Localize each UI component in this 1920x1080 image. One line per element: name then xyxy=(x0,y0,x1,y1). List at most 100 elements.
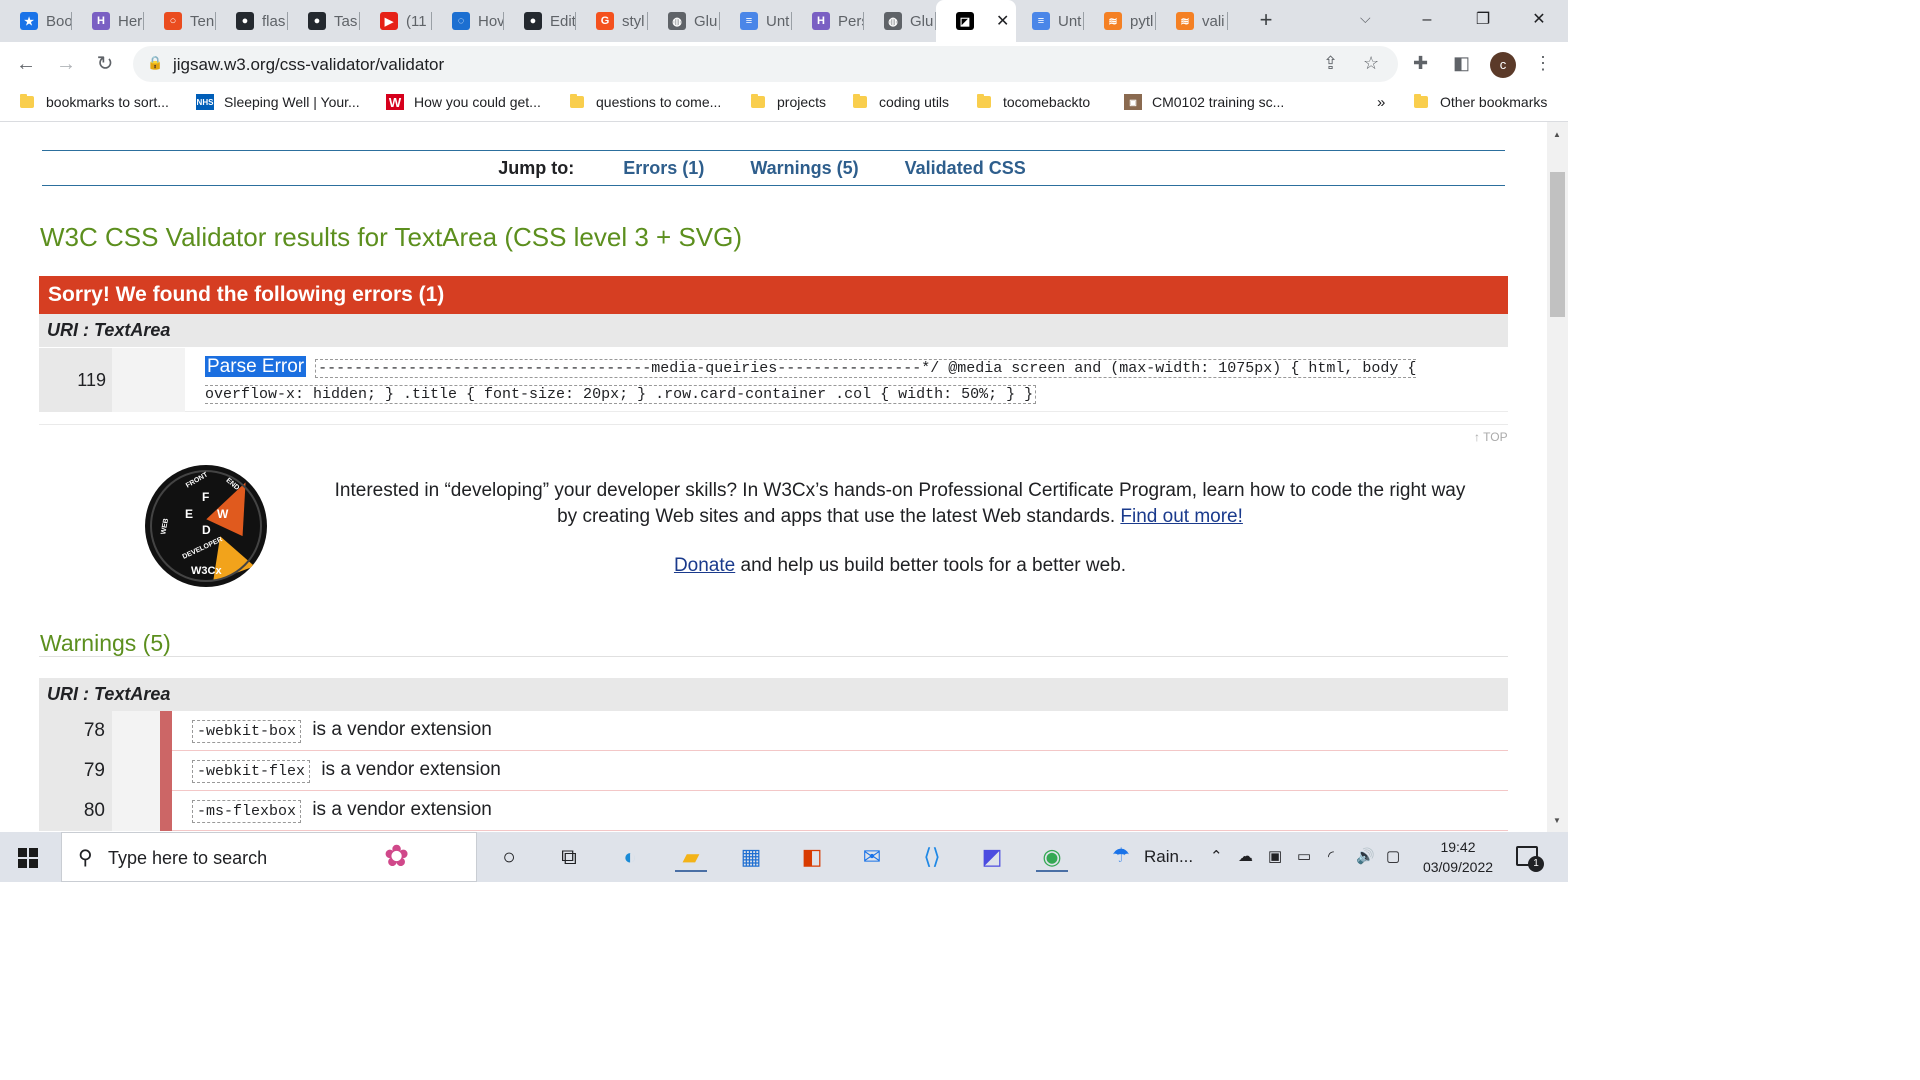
office-icon[interactable]: ◧ xyxy=(796,842,828,872)
browser-tab[interactable]: ▶ (11 xyxy=(360,0,432,42)
browser-tab[interactable]: ◪ ✕ xyxy=(936,0,1016,42)
bookmark-item[interactable]: NHS Sleeping Well | Your... xyxy=(196,94,360,110)
restore-icon[interactable]: ❐ xyxy=(1468,6,1498,34)
browser-tab[interactable]: ● Edit xyxy=(504,0,576,42)
folder-icon xyxy=(751,94,765,108)
top-link[interactable]: ↑ TOP xyxy=(1474,430,1508,444)
browser-tab[interactable]: ≡ Unt xyxy=(1012,0,1084,42)
forward-arrow-icon[interactable]: → xyxy=(50,48,82,80)
file-explorer-icon[interactable]: ▰ xyxy=(675,842,707,872)
weather-rain-icon[interactable]: ☂ xyxy=(1112,843,1130,868)
browser-tab[interactable]: H Pers xyxy=(792,0,864,42)
tab-title: vali xyxy=(1202,12,1225,30)
scroll-up-arrow-icon[interactable]: ▲ xyxy=(1553,130,1561,139)
url-text[interactable]: jigsaw.w3.org/css-validator/validator xyxy=(173,55,444,75)
microsoft-store-icon[interactable]: ▦ xyxy=(735,842,767,872)
browser-tab[interactable]: Gstyl xyxy=(576,0,648,42)
azure-data-studio-icon[interactable]: ◩ xyxy=(976,842,1008,872)
edge-icon[interactable]: ◐ xyxy=(614,842,646,872)
warnings-uri-label: URI : TextArea xyxy=(39,678,1508,711)
bookmark-item[interactable]: bookmarks to sort... xyxy=(20,94,169,110)
hummingbird-illustration-icon: ✿ xyxy=(384,840,410,873)
volume-icon[interactable]: 🔊 xyxy=(1356,847,1375,865)
tab-search-chevron-icon[interactable]: ⌵ xyxy=(1360,10,1371,27)
show-hidden-icons-chevron-icon[interactable]: ⌃ xyxy=(1210,847,1223,865)
share-icon[interactable]: ⇪ xyxy=(1323,53,1338,74)
chrome-icon[interactable]: ◉ xyxy=(1036,842,1068,872)
weather-text[interactable]: Rain... xyxy=(1144,847,1193,867)
find-out-more-link[interactable]: Find out more! xyxy=(1120,506,1243,527)
bookmarks-overflow-icon[interactable]: » xyxy=(1377,94,1385,111)
jump-errors-link[interactable]: Errors (1) xyxy=(623,158,704,179)
browser-tab[interactable]: ◌ Hov xyxy=(432,0,504,42)
extensions-puzzle-icon[interactable]: ✚ xyxy=(1413,53,1428,74)
new-tab-button[interactable]: + xyxy=(1252,6,1280,34)
jump-warnings-link[interactable]: Warnings (5) xyxy=(750,158,858,179)
warning-level-bar xyxy=(160,751,172,791)
minimize-icon[interactable]: – xyxy=(1412,6,1442,34)
page-scrollbar[interactable]: ▲ ▼ xyxy=(1547,122,1568,832)
scrollbar-thumb[interactable] xyxy=(1550,172,1565,317)
bookmark-item[interactable]: projects xyxy=(751,94,826,110)
folder-icon xyxy=(20,94,34,108)
lock-icon[interactable]: 🔒 xyxy=(147,55,163,71)
more-menu-icon[interactable]: ⋮ xyxy=(1534,53,1552,74)
jump-label: Jump to: xyxy=(498,157,575,178)
tab-title: Boo xyxy=(46,12,72,30)
display-icon[interactable]: ▣ xyxy=(1268,847,1282,865)
onedrive-cloud-icon[interactable]: ☁ xyxy=(1238,847,1253,865)
browser-tab[interactable]: ● flas xyxy=(216,0,288,42)
browser-tab[interactable]: ≡ Unt xyxy=(720,0,792,42)
side-panel-icon[interactable]: ◧ xyxy=(1453,53,1470,74)
other-bookmarks-folder[interactable]: Other bookmarks xyxy=(1414,94,1547,110)
mail-icon[interactable]: ✉ xyxy=(856,842,888,872)
scroll-down-arrow-icon[interactable]: ▼ xyxy=(1553,816,1561,825)
cortana-icon[interactable]: ○ xyxy=(493,842,525,872)
star-bookmark-icon[interactable]: ☆ xyxy=(1363,53,1379,74)
tab-title: flas xyxy=(262,12,286,30)
browser-tab[interactable]: ≋ pytl xyxy=(1084,0,1156,42)
nhs-logo-icon: NHS xyxy=(196,94,214,110)
browser-tab[interactable]: ○ Ten xyxy=(144,0,216,42)
parse-error-badge: Parse Error xyxy=(205,356,307,377)
close-window-icon[interactable]: ✕ xyxy=(1524,6,1554,34)
warning-text: is a vendor extension xyxy=(312,799,492,820)
browser-tab[interactable]: ◍ Glu xyxy=(864,0,936,42)
browser-tab[interactable]: ◍ Glu xyxy=(648,0,720,42)
vscode-icon[interactable]: ⟨⟩ xyxy=(916,842,948,872)
bookmark-item[interactable]: W How you could get... xyxy=(386,94,541,110)
battery-icon[interactable]: ▭ xyxy=(1297,847,1311,865)
jump-validated-link[interactable]: Validated CSS xyxy=(905,158,1026,179)
tab-title: Unt xyxy=(766,12,790,30)
bookmark-item[interactable]: questions to come... xyxy=(570,94,721,110)
task-view-icon[interactable]: ⧉ xyxy=(553,842,585,872)
tab-favicon-icon: ≋ xyxy=(1176,12,1194,30)
warning-text: is a vendor extension xyxy=(321,759,501,780)
error-code: -------------------------------------med… xyxy=(205,359,1417,404)
browser-tab[interactable]: ★ Boo xyxy=(0,0,72,42)
tab-favicon-icon: H xyxy=(92,12,110,30)
system-clock[interactable]: 19:42 03/09/2022 xyxy=(1413,837,1503,877)
windows-start-icon[interactable] xyxy=(18,848,38,868)
back-arrow-icon[interactable]: ← xyxy=(10,48,42,80)
donate-link[interactable]: Donate xyxy=(674,555,735,576)
tab-title: Tas xyxy=(334,12,358,30)
error-context-cell xyxy=(112,348,185,412)
meet-now-icon[interactable]: ▢ xyxy=(1386,847,1400,865)
close-tab-icon[interactable]: ✕ xyxy=(996,11,1009,31)
bookmark-item[interactable]: coding utils xyxy=(853,94,949,110)
badge-letter: F xyxy=(202,490,210,504)
browser-tab[interactable]: ≋ vali xyxy=(1156,0,1228,42)
browser-tab[interactable]: ● Tas xyxy=(288,0,360,42)
address-bar[interactable]: 🔒 jigsaw.w3.org/css-validator/validator … xyxy=(133,46,1398,82)
browser-tab[interactable]: H Her xyxy=(72,0,144,42)
bookmark-item[interactable]: tocomebackto xyxy=(977,94,1090,110)
reload-icon[interactable]: ↻ xyxy=(89,48,121,80)
error-row: 119 Parse Error ------------------------… xyxy=(39,348,1508,412)
notification-center-icon[interactable]: 1 xyxy=(1516,846,1544,872)
bookmark-item[interactable]: ▣ CM0102 training sc... xyxy=(1124,94,1284,110)
profile-avatar[interactable]: c xyxy=(1490,52,1516,78)
wifi-icon[interactable]: ◜ xyxy=(1328,847,1334,865)
w3cx-frontend-badge-logo[interactable]: F E W D FRONT END WEB DEVELOPER W3Cx xyxy=(145,465,267,587)
taskbar-search-box[interactable]: ⚲ Type here to search ✿ xyxy=(61,832,477,882)
